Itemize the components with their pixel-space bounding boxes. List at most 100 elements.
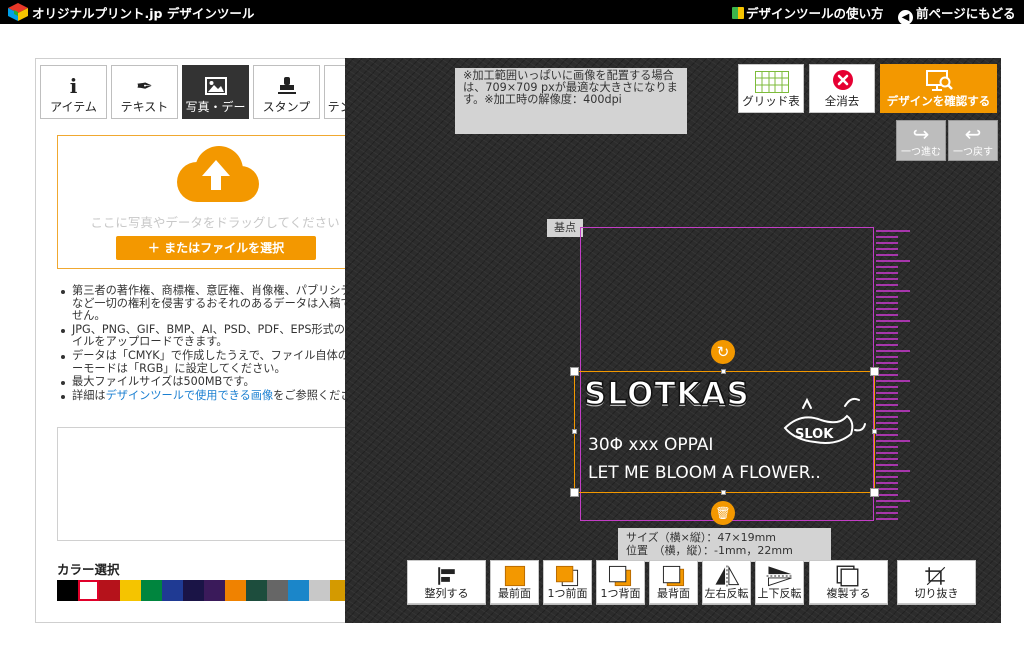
left-panel: i アイテム ✒ テキスト 写真・デー スタンプ テンプレー ここに写真やデータ… xyxy=(35,58,391,623)
color-swatch[interactable] xyxy=(288,580,309,601)
bring-forward-label: 1つ前面 xyxy=(547,587,588,600)
clear-all-button[interactable]: 全消去 xyxy=(809,64,875,113)
app-title: オリジナルプリント.jp デザインツール xyxy=(32,6,255,21)
design-canvas[interactable]: ※加工範囲いっぱいに画像を配置する場合は、709×709 pxが最適な大きさにな… xyxy=(345,58,1001,623)
undo-label: 一つ戻す xyxy=(953,147,993,158)
resize-handle-bottom-left[interactable] xyxy=(570,488,579,497)
align-icon xyxy=(438,567,455,585)
drop-instruction: ここに写真やデータをドラッグしてください xyxy=(90,215,340,230)
redo-button[interactable]: ↪ 一つ進む xyxy=(896,120,946,161)
flip-vertical-icon xyxy=(766,566,794,587)
tab-label: スタンプ xyxy=(262,100,311,114)
color-swatch[interactable] xyxy=(57,580,78,601)
logo-cube-icon xyxy=(8,3,28,21)
design-title-text[interactable]: SLOTKAS xyxy=(583,375,750,413)
resize-handle-right[interactable] xyxy=(872,429,877,434)
undo-icon: ↩ xyxy=(964,122,982,146)
color-swatch[interactable] xyxy=(141,580,162,601)
send-to-back-label: 最背面 xyxy=(657,587,690,600)
monitor-search-icon xyxy=(926,70,953,91)
color-swatch[interactable] xyxy=(183,580,204,601)
color-swatch[interactable] xyxy=(225,580,246,601)
tab-label: テキスト xyxy=(120,100,169,114)
select-file-button[interactable]: ＋ またはファイルを選択 xyxy=(116,236,316,260)
redo-icon: ↪ xyxy=(912,122,930,146)
grid-button[interactable]: グリッド表 xyxy=(738,64,804,113)
resize-handle-top-right[interactable] xyxy=(870,367,879,376)
upload-preview-area[interactable] xyxy=(57,427,374,541)
tab-label: アイテム xyxy=(50,100,97,114)
color-swatch[interactable] xyxy=(78,580,99,601)
flip-vertical-label: 上下反転 xyxy=(757,587,802,600)
duplicate-icon xyxy=(836,565,859,587)
flip-horizontal-button[interactable]: 左右反転 xyxy=(702,560,751,604)
design-text-line1[interactable]: 30Φ xxx OPPAI xyxy=(588,435,713,455)
flip-horizontal-label: 左右反転 xyxy=(704,587,749,600)
help-link-label: デザインツールの使い方 xyxy=(746,6,884,21)
clear-x-icon xyxy=(833,70,853,90)
resolution-info: ※加工範囲いっぱいに画像を配置する場合は、709×709 pxが最適な大きさにな… xyxy=(455,68,687,134)
align-button[interactable]: 整列する xyxy=(407,560,486,604)
resize-handle-top[interactable] xyxy=(721,369,726,374)
usable-images-link[interactable]: デザインツールで使用できる画像 xyxy=(106,389,274,402)
resize-handle-bottom-right[interactable] xyxy=(870,488,879,497)
back-link-label: 前ページにもどる xyxy=(916,6,1016,21)
flip-horizontal-icon xyxy=(715,565,740,587)
help-link[interactable]: デザインツールの使い方 xyxy=(732,3,884,22)
color-swatch[interactable] xyxy=(120,580,141,601)
vertical-ruler xyxy=(876,230,910,520)
tab-text[interactable]: ✒ テキスト xyxy=(111,65,178,119)
grid-icon xyxy=(755,71,789,93)
undo-button[interactable]: ↩ 一つ戻す xyxy=(948,120,998,161)
cloud-upload-icon xyxy=(177,146,259,202)
header-bar: オリジナルプリント.jp デザインツール デザインツールの使い方 ◀ 前ページにも… xyxy=(0,0,1024,25)
color-swatch[interactable] xyxy=(267,580,288,601)
doodle-graphic: SLOK xyxy=(783,397,866,444)
resize-handle-top-left[interactable] xyxy=(570,367,579,376)
color-swatch[interactable] xyxy=(204,580,225,601)
crop-button[interactable]: 切り抜き xyxy=(897,560,976,604)
note-item: 第三者の著作権、商標権、意匠権、肖像権、パブリシティ権など一切の権利を侵害するお… xyxy=(58,284,376,323)
bring-to-front-label: 最前面 xyxy=(498,587,531,600)
crop-label: 切り抜き xyxy=(914,587,959,600)
duplicate-button[interactable]: 複製する xyxy=(809,560,888,604)
color-swatch[interactable] xyxy=(99,580,120,601)
bring-front-icon xyxy=(504,565,526,587)
tab-item[interactable]: i アイテム xyxy=(40,65,107,119)
note-item: データは「CMYK」で作成したうえで、ファイル自体のカラーモードは「RGB」に設… xyxy=(58,349,376,375)
bring-to-front-button[interactable]: 最前面 xyxy=(490,560,539,604)
upload-drop-zone[interactable]: ここに写真やデータをドラッグしてください ＋ またはファイルを選択 xyxy=(57,135,373,269)
tab-photo-data[interactable]: 写真・デー xyxy=(182,65,249,119)
send-to-back-button[interactable]: 最背面 xyxy=(649,560,698,604)
flip-vertical-button[interactable]: 上下反転 xyxy=(755,560,804,604)
color-select-title: カラー選択 xyxy=(57,562,120,577)
send-backward-icon xyxy=(608,565,632,587)
duplicate-label: 複製する xyxy=(826,587,871,600)
book-icon xyxy=(732,7,744,19)
back-link[interactable]: ◀ 前ページにもどる xyxy=(898,3,1016,25)
confirm-design-button[interactable]: デザインを確認する xyxy=(880,64,997,113)
trash-icon[interactable]: 🗑 xyxy=(711,501,735,525)
note-item: JPG、PNG、GIF、BMP、AI、PSD、PDF、EPS形式のファイルをアッ… xyxy=(58,323,376,349)
note-text: 詳細は xyxy=(72,388,106,402)
origin-label: 基点 xyxy=(547,219,583,237)
grid-button-label: グリッド表 xyxy=(742,94,800,108)
rotate-icon[interactable]: ↻ xyxy=(711,340,735,364)
color-swatch[interactable] xyxy=(309,580,330,601)
align-label: 整列する xyxy=(424,587,469,600)
size-position-info: サイズ（横×縦）：47×19mm 位置 （横，縦）：-1mm，22mm xyxy=(618,528,831,562)
design-text-line2[interactable]: LET ME BLOOM A FLOWER.. xyxy=(588,463,821,483)
size-text: サイズ（横×縦）：47×19mm xyxy=(626,531,777,544)
svg-text:SLOK: SLOK xyxy=(795,427,834,442)
color-swatch[interactable] xyxy=(162,580,183,601)
tab-stamp[interactable]: スタンプ xyxy=(253,65,320,119)
info-icon: i xyxy=(69,74,78,98)
resize-handle-bottom[interactable] xyxy=(721,490,726,495)
upload-notes: 第三者の著作権、商標権、意匠権、肖像権、パブリシティ権など一切の権利を侵害するお… xyxy=(58,284,376,403)
resize-handle-left[interactable] xyxy=(572,429,577,434)
color-swatches xyxy=(57,580,372,601)
send-backward-button[interactable]: 1つ背面 xyxy=(596,560,645,604)
bring-forward-button[interactable]: 1つ前面 xyxy=(543,560,592,604)
color-swatch[interactable] xyxy=(246,580,267,601)
pen-icon: ✒ xyxy=(136,74,153,98)
